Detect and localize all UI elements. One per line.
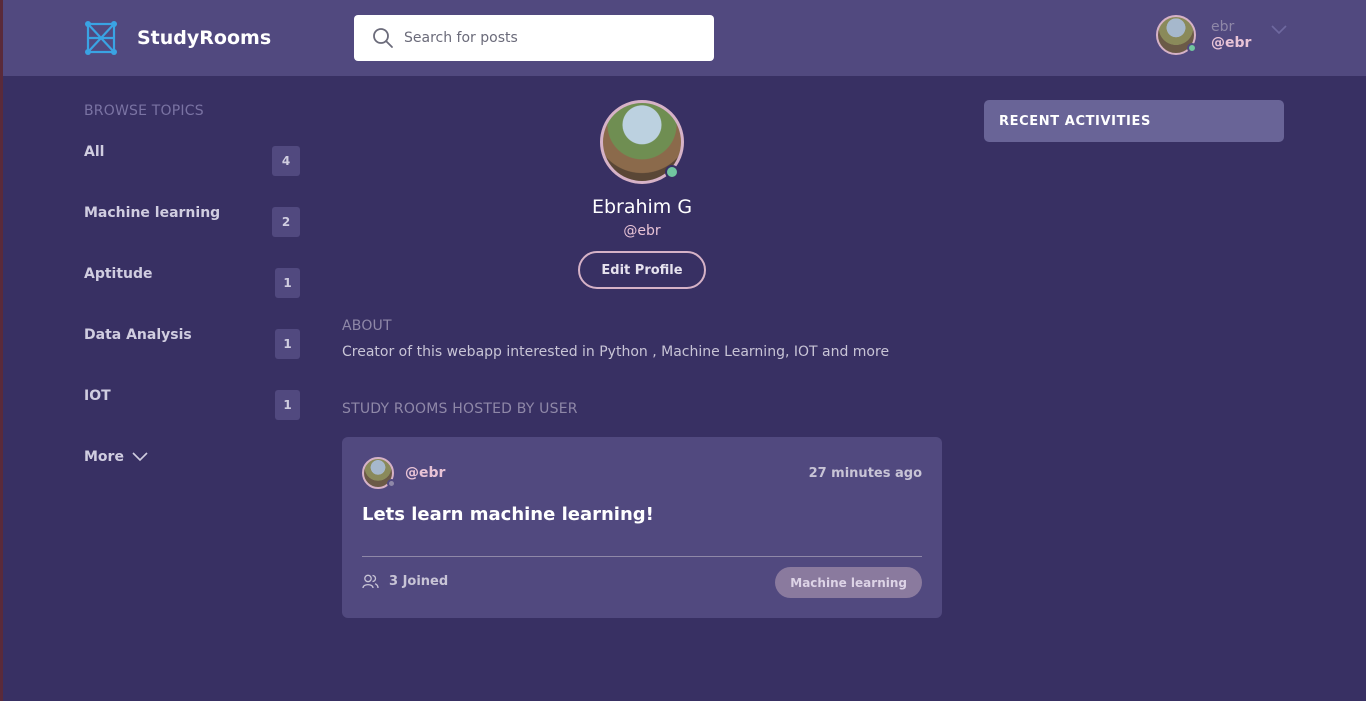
logo-icon: [85, 21, 117, 55]
room-card[interactable]: @ebr 27 minutes ago Lets learn machine l…: [342, 437, 942, 618]
host-avatar-wrapper[interactable]: [362, 457, 396, 489]
app-logo[interactable]: StudyRooms: [85, 21, 271, 55]
user-name: ebr: [1211, 19, 1235, 35]
user-handle: @ebr: [1211, 35, 1252, 51]
topic-count-badge: 1: [275, 268, 300, 298]
about-heading: ABOUT: [342, 318, 392, 334]
search-input[interactable]: [404, 30, 694, 46]
study-rooms-heading: STUDY ROOMS HOSTED BY USER: [342, 401, 578, 417]
topic-count-badge: 2: [272, 207, 300, 237]
user-names: ebr @ebr: [1211, 19, 1251, 51]
topic-label: IOT: [84, 388, 111, 404]
status-dot: [387, 479, 396, 488]
search-bar: [354, 15, 714, 61]
online-status-dot: [665, 165, 679, 179]
profile-handle: @ebr: [623, 223, 661, 239]
profile-header: Ebrahim G @ebr Edit Profile: [342, 100, 942, 289]
topic-count-badge: 4: [272, 146, 300, 176]
topic-count-badge: 1: [275, 390, 300, 420]
search-icon: [373, 28, 393, 48]
room-topic-tag[interactable]: Machine learning: [775, 567, 922, 598]
app-name: StudyRooms: [137, 27, 272, 49]
top-navbar: StudyRooms ebr @ebr: [3, 0, 1366, 76]
chevron-down-icon[interactable]: [1271, 25, 1287, 35]
room-joined: 3 Joined: [362, 574, 448, 589]
users-icon: [362, 574, 379, 589]
profile-avatar-wrapper: [600, 100, 684, 184]
profile-name: Ebrahim G: [591, 196, 693, 218]
recent-activities-panel: RECENT ACTIVITIES: [984, 100, 1284, 142]
topic-item-aptitude[interactable]: Aptitude 1: [84, 266, 300, 327]
window-edge: [0, 0, 3, 701]
topic-item-machine-learning[interactable]: Machine learning 2: [84, 205, 300, 266]
room-title-link[interactable]: Lets learn machine learning!: [362, 504, 654, 525]
edit-profile-button[interactable]: Edit Profile: [578, 251, 706, 289]
divider: [362, 556, 922, 557]
topics-sidebar: BROWSE TOPICS All 4 Machine learning 2 A…: [84, 103, 300, 465]
topic-item-all[interactable]: All 4: [84, 144, 300, 205]
room-host-link[interactable]: @ebr: [405, 465, 445, 481]
topic-item-data-analysis[interactable]: Data Analysis 1: [84, 327, 300, 388]
about-text: Creator of this webapp interested in Pyt…: [342, 344, 890, 360]
topic-label: All: [84, 144, 105, 160]
chevron-down-icon: [132, 452, 148, 462]
about-section: ABOUT Creator of this webapp interested …: [342, 318, 942, 360]
user-avatar-wrapper: [1156, 15, 1197, 55]
more-topics-button[interactable]: More: [84, 449, 300, 465]
browse-topics-heading: BROWSE TOPICS: [84, 103, 204, 119]
recent-activities-title: RECENT ACTIVITIES: [999, 113, 1151, 129]
room-timestamp: 27 minutes ago: [808, 466, 922, 481]
user-menu[interactable]: ebr @ebr: [1156, 15, 1287, 55]
topic-item-iot[interactable]: IOT 1: [84, 388, 300, 449]
topic-label: Data Analysis: [84, 327, 192, 343]
topic-label: Machine learning: [84, 205, 221, 221]
joined-count: 3 Joined: [389, 574, 449, 589]
topic-count-badge: 1: [275, 329, 300, 359]
online-status-dot: [1187, 43, 1197, 53]
topic-label: Aptitude: [84, 266, 153, 282]
more-label: More: [84, 449, 124, 465]
